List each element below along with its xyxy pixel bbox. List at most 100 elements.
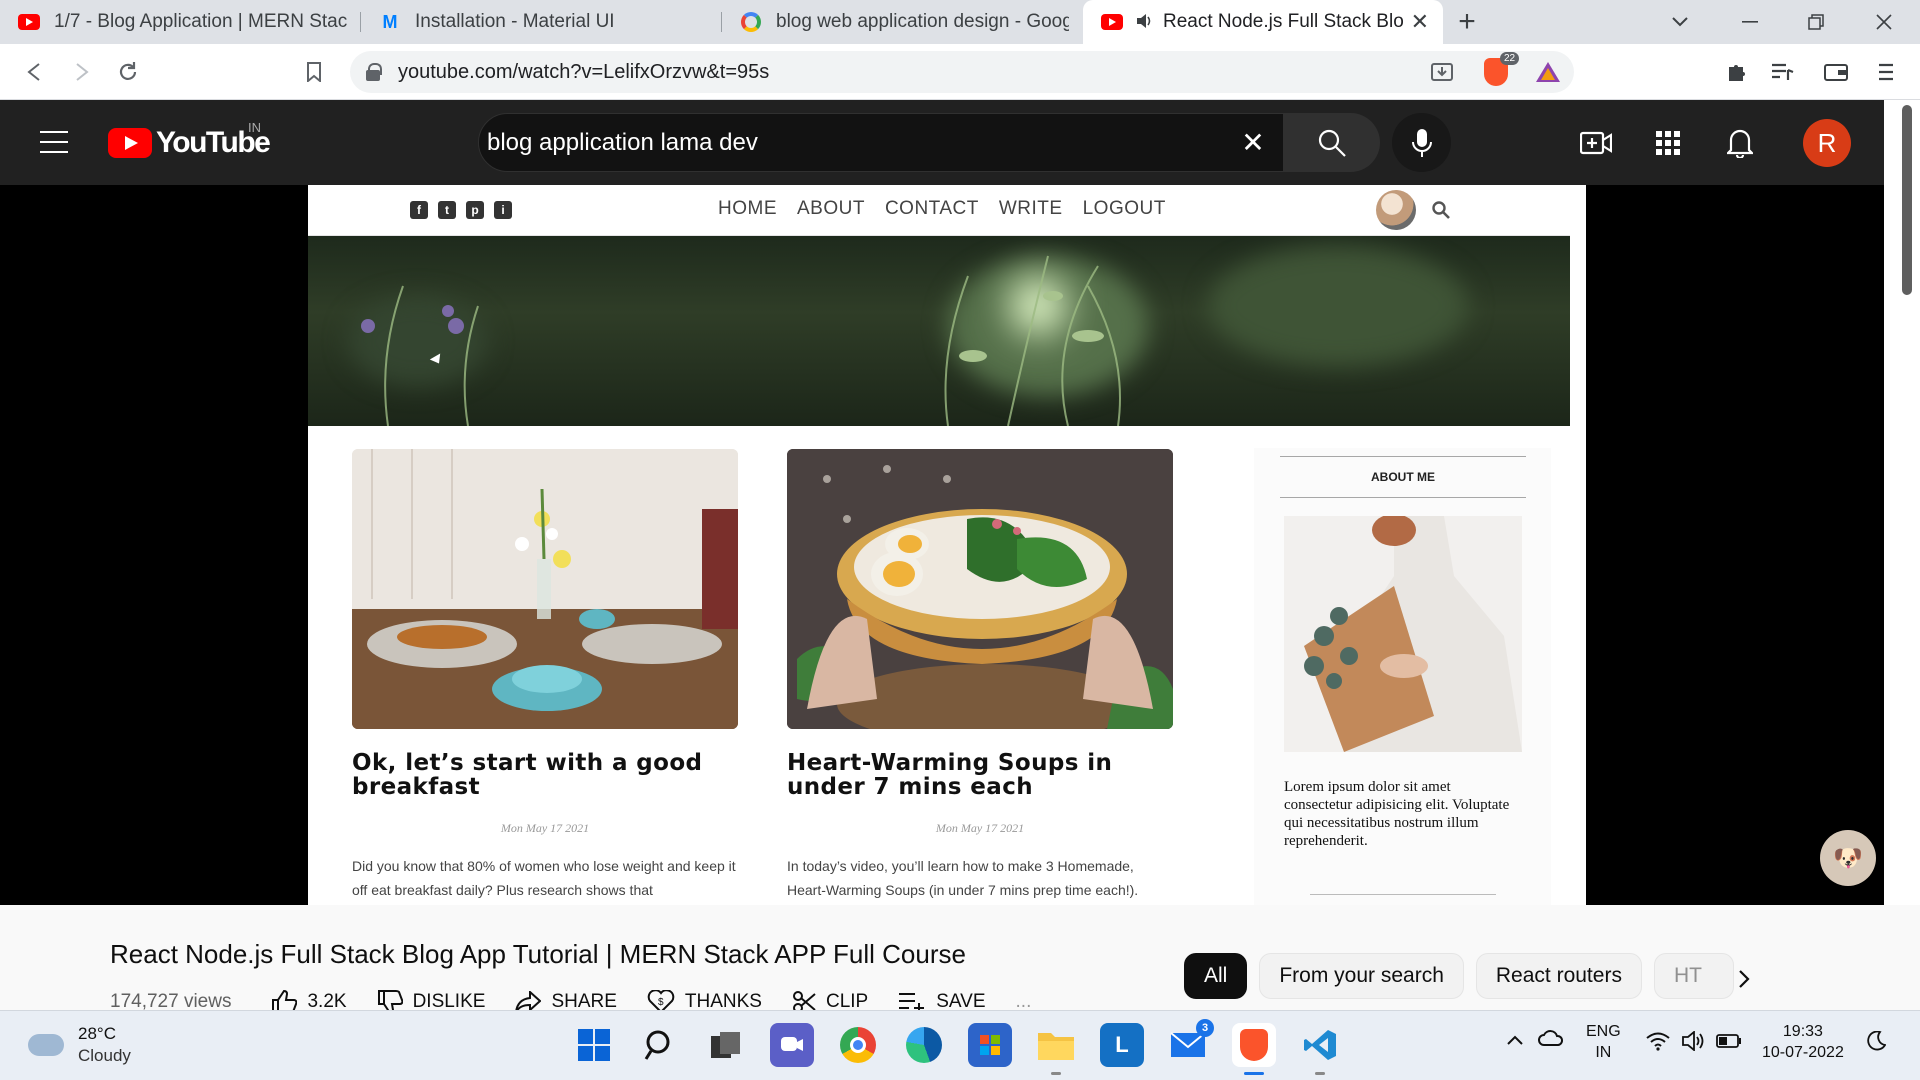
vscode-icon[interactable] xyxy=(1298,1023,1342,1075)
post-date: Mon May 17 2021 xyxy=(500,821,590,835)
sidebar-title: ABOUT ME xyxy=(1280,456,1526,498)
onedrive-icon[interactable] xyxy=(1538,1029,1564,1053)
forward-icon[interactable] xyxy=(64,54,100,90)
show-hidden-icons-chevron[interactable] xyxy=(1506,1031,1524,1052)
brave-rewards-icon[interactable] xyxy=(1530,54,1566,90)
bookmark-icon[interactable] xyxy=(296,54,332,90)
tab-title: blog web application design - Google xyxy=(776,11,1069,32)
chip-from-your-search[interactable]: From your search xyxy=(1259,953,1464,999)
menu-logout: LOGOUT xyxy=(1082,198,1166,219)
post-card: Ok, let’s start with a good breakfast Mo… xyxy=(352,449,738,902)
weather-condition: Cloudy xyxy=(78,1046,131,1065)
search-button[interactable] xyxy=(1284,113,1380,172)
extensions-icon[interactable] xyxy=(1718,54,1754,90)
brave-browser-icon[interactable] xyxy=(1232,1023,1276,1075)
browser-tab-3[interactable]: blog web application design - Google xyxy=(722,0,1083,44)
playlist-icon[interactable] xyxy=(1764,54,1800,90)
file-explorer-icon[interactable] xyxy=(1034,1023,1078,1075)
page-scrollbar-thumb[interactable] xyxy=(1902,105,1912,295)
search-box[interactable]: blog application lama dev ✕ xyxy=(478,113,1284,172)
youtube-logo[interactable]: YouTube IN xyxy=(108,120,271,160)
search-icon[interactable] xyxy=(638,1023,682,1067)
menu-home: HOME xyxy=(718,198,777,219)
floating-assistant-icon[interactable]: 🐶 xyxy=(1820,830,1876,886)
cloud-icon xyxy=(28,1034,64,1056)
new-tab-button[interactable]: + xyxy=(1443,0,1491,44)
tab-title: Installation - Material UI xyxy=(415,11,615,32)
video-info: React Node.js Full Stack Blog App Tutori… xyxy=(0,905,1920,1014)
create-video-icon[interactable] xyxy=(1578,125,1614,161)
notifications-bell-icon[interactable] xyxy=(1722,125,1758,161)
date: 10-07-2022 xyxy=(1762,1044,1844,1061)
back-icon[interactable] xyxy=(16,54,52,90)
taskbar-apps: L 3 xyxy=(572,1019,1342,1075)
sidebar-divider xyxy=(1310,894,1496,895)
tab-title: React Node.js Full Stack Blog A xyxy=(1163,11,1403,32)
chevron-right-icon[interactable] xyxy=(1737,965,1751,996)
hamburger-menu-icon[interactable] xyxy=(40,131,68,153)
volume-icon[interactable] xyxy=(1682,1030,1706,1057)
blog-user-avatar xyxy=(1376,190,1416,230)
url-text[interactable]: youtube.com/watch?v=LelifxOrzvw&t=95s xyxy=(398,61,769,84)
chrome-icon[interactable] xyxy=(836,1023,880,1067)
tab-search-icon[interactable] xyxy=(1650,0,1710,44)
breakfast-image xyxy=(352,449,738,729)
l-app-icon[interactable]: L xyxy=(1100,1023,1144,1067)
shield-count-badge: 22 xyxy=(1500,52,1520,65)
blog-topbar: f t p i HOME ABOUT CONTACT WRITE LOGOUT xyxy=(308,185,1570,236)
youtube-icon xyxy=(18,11,40,33)
microsoft-store-icon[interactable] xyxy=(968,1023,1012,1067)
lock-icon[interactable] xyxy=(366,63,382,81)
temperature: 28°C xyxy=(78,1024,116,1043)
svg-text:$: $ xyxy=(658,997,664,1008)
windows-taskbar: 28°C Cloudy L 3 ENG IN 19:33 10-07-2022 xyxy=(0,1010,1920,1080)
chip-html[interactable]: HT xyxy=(1653,953,1734,999)
windows-start-icon[interactable] xyxy=(572,1023,616,1067)
browser-tab-4[interactable]: React Node.js Full Stack Blog A ✕ xyxy=(1083,0,1443,44)
mail-icon[interactable]: 3 xyxy=(1166,1019,1214,1067)
account-avatar[interactable]: R xyxy=(1803,119,1851,167)
chip-react-routers[interactable]: React routers xyxy=(1475,953,1642,999)
apps-grid-icon[interactable] xyxy=(1650,125,1686,161)
blog-sidebar: ABOUT ME Lorem ipsum dolor sit amet cons… xyxy=(1254,448,1551,905)
post-card: Heart-Warming Soups in under 7 mins each… xyxy=(787,449,1173,902)
wifi-icon[interactable] xyxy=(1646,1031,1670,1057)
related-chips: All From your search React routers HT xyxy=(1184,953,1734,999)
edge-icon[interactable] xyxy=(902,1023,946,1067)
tab-strip: 1/7 - Blog Application | MERN Stack | R … xyxy=(0,0,1920,44)
menu-write: WRITE xyxy=(998,198,1063,219)
task-view-icon[interactable] xyxy=(704,1023,748,1067)
clear-search-icon[interactable]: ✕ xyxy=(1223,126,1283,159)
battery-icon[interactable] xyxy=(1716,1033,1742,1054)
restore-button[interactable] xyxy=(1786,0,1846,44)
youtube-header: YouTube IN blog application lama dev ✕ xyxy=(0,100,1920,185)
region: IN xyxy=(1595,1044,1612,1061)
weather-widget[interactable]: 28°C Cloudy xyxy=(28,1023,131,1067)
install-app-icon[interactable] xyxy=(1430,60,1454,89)
voice-search-button[interactable] xyxy=(1392,113,1451,172)
browser-tab-1[interactable]: 1/7 - Blog Application | MERN Stack | R xyxy=(0,0,361,44)
browser-tab-2[interactable]: M Installation - Material UI xyxy=(361,0,722,44)
close-window-button[interactable] xyxy=(1854,0,1914,44)
speaker-icon[interactable] xyxy=(1137,13,1153,31)
language-indicator[interactable]: ENG IN xyxy=(1586,1021,1621,1063)
close-tab-icon[interactable]: ✕ xyxy=(1411,9,1429,35)
teams-chat-icon[interactable] xyxy=(770,1023,814,1067)
country-code: IN xyxy=(248,120,261,135)
post-description: In today’s video, you’ll learn how to ma… xyxy=(787,858,1139,898)
minimize-button[interactable] xyxy=(1720,0,1780,44)
instagram-icon: i xyxy=(494,201,512,219)
youtube-play-icon xyxy=(108,128,152,158)
notification-moon-icon[interactable] xyxy=(1866,1030,1887,1057)
twitter-icon: t xyxy=(438,201,456,219)
menu-icon[interactable] xyxy=(1868,54,1904,90)
menu-about: ABOUT xyxy=(797,198,865,219)
mui-icon: M xyxy=(382,11,398,32)
reload-icon[interactable] xyxy=(110,54,146,90)
address-bar[interactable]: youtube.com/watch?v=LelifxOrzvw&t=95s xyxy=(350,51,1574,93)
clock[interactable]: 19:33 10-07-2022 xyxy=(1762,1021,1844,1063)
search-input[interactable]: blog application lama dev xyxy=(487,129,1223,157)
browser-toolbar: youtube.com/watch?v=LelifxOrzvw&t=95s 22 xyxy=(0,44,1920,100)
chip-all[interactable]: All xyxy=(1184,953,1248,999)
wallet-icon[interactable] xyxy=(1818,54,1854,90)
